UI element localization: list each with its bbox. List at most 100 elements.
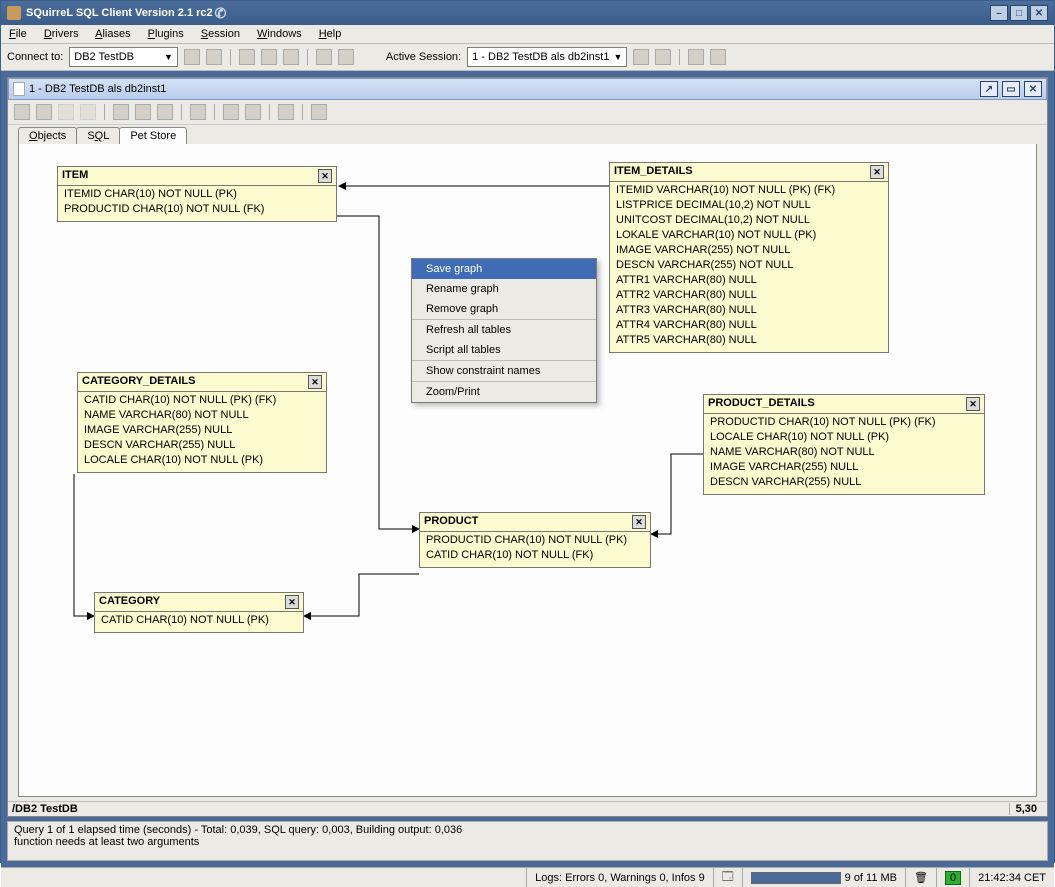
tab-objects[interactable]: Objects xyxy=(18,127,77,144)
close-icon[interactable]: ✕ xyxy=(318,169,332,183)
menu-remove-graph[interactable]: Remove graph xyxy=(412,299,596,319)
app-icon xyxy=(7,6,21,20)
connect-label: Connect to: xyxy=(7,51,63,63)
menu-help[interactable]: Help xyxy=(319,28,342,40)
status-icon[interactable]: 🗔 xyxy=(713,868,742,887)
chevron-down-icon: ▼ xyxy=(164,52,173,62)
tab-petstore[interactable]: Pet Store xyxy=(119,127,187,144)
toolbar-icon[interactable] xyxy=(206,49,222,65)
toolbar-icon[interactable] xyxy=(36,104,52,120)
toolbar-icon[interactable] xyxy=(58,104,74,120)
toolbar-icon[interactable] xyxy=(157,104,173,120)
close-icon[interactable]: ✕ xyxy=(285,595,299,609)
toolbar-icon[interactable] xyxy=(190,104,206,120)
menu-zoom-print[interactable]: Zoom/Print xyxy=(412,382,596,402)
toolbar-icon[interactable] xyxy=(278,104,294,120)
connect-value: DB2 TestDB xyxy=(74,51,134,63)
toolbar-icon[interactable] xyxy=(184,49,200,65)
main-toolbar: Connect to: DB2 TestDB ▼ Active Session:… xyxy=(1,44,1054,71)
toolbar-icon[interactable] xyxy=(261,49,277,65)
titlebar: SQuirreL SQL Client Version 2.1 rc2 ✆ – … xyxy=(1,1,1054,25)
menu-rename-graph[interactable]: Rename graph xyxy=(412,279,596,299)
toolbar-icon[interactable] xyxy=(80,104,96,120)
close-button[interactable]: ✕ xyxy=(1024,81,1042,97)
close-button[interactable]: ✕ xyxy=(1030,5,1048,21)
toolbar-icon[interactable] xyxy=(223,104,239,120)
chevron-down-icon: ▼ xyxy=(613,52,622,62)
log-panel: Query 1 of 1 elapsed time (seconds) - To… xyxy=(7,821,1048,861)
table-title: ITEM_DETAILS xyxy=(614,165,693,179)
table-title: CATEGORY_DETAILS xyxy=(82,375,195,389)
toolbar-icon[interactable] xyxy=(688,49,704,65)
table-columns: CATID CHAR(10) NOT NULL (PK) (FK)NAME VA… xyxy=(78,392,326,472)
toolbar-icon[interactable] xyxy=(14,104,30,120)
toolbar-icon[interactable] xyxy=(135,104,151,120)
session-window: 1 - DB2 TestDB als db2inst1 ↗ ▭ ✕ xyxy=(7,77,1048,817)
table-columns: CATID CHAR(10) NOT NULL (PK) xyxy=(95,612,303,632)
status-memory: 9 of 11 MB xyxy=(742,868,905,887)
toolbar-icon[interactable] xyxy=(283,49,299,65)
menu-session[interactable]: Session xyxy=(201,28,240,40)
table-category-details[interactable]: CATEGORY_DETAILS ✕ CATID CHAR(10) NOT NUL… xyxy=(77,372,327,473)
menu-script-tables[interactable]: Script all tables xyxy=(412,340,596,360)
table-columns: ITEMID CHAR(10) NOT NULL (PK)PRODUCTID C… xyxy=(58,186,336,221)
close-icon[interactable]: ✕ xyxy=(632,515,646,529)
mdi-desktop: 1 - DB2 TestDB als db2inst1 ↗ ▭ ✕ xyxy=(1,71,1054,867)
swirl-icon: ✆ xyxy=(215,5,231,21)
toolbar-icon[interactable] xyxy=(633,49,649,65)
toolbar-icon[interactable] xyxy=(710,49,726,65)
session-tabs: Objects SQL Pet Store xyxy=(8,125,1047,144)
close-icon[interactable]: ✕ xyxy=(870,165,884,179)
maximize-button[interactable]: □ xyxy=(1010,5,1028,21)
table-item[interactable]: ITEM✕ ITEMID CHAR(10) NOT NULL (PK)PRODU… xyxy=(57,166,337,222)
active-session-combo[interactable]: 1 - DB2 TestDB als db2inst1 ▼ xyxy=(467,47,627,67)
log-line: Query 1 of 1 elapsed time (seconds) - To… xyxy=(14,824,1041,836)
active-session-label: Active Session: xyxy=(386,51,461,63)
menu-save-graph[interactable]: Save graph xyxy=(412,259,596,279)
table-item-details[interactable]: ITEM_DETAILS ✕ ITEMID VARCHAR(10) NOT NUL… xyxy=(609,162,889,353)
status-time: 21:42:34 CET xyxy=(969,868,1054,887)
table-title: PRODUCT xyxy=(424,515,478,529)
maximize-button[interactable]: ▭ xyxy=(1002,81,1020,97)
document-icon xyxy=(13,82,25,96)
session-title: 1 - DB2 TestDB als db2inst1 xyxy=(29,83,166,95)
graph-canvas[interactable]: ITEM✕ ITEMID CHAR(10) NOT NULL (PK)PRODU… xyxy=(18,144,1037,797)
minimize-button[interactable]: – xyxy=(990,5,1008,21)
toolbar-icon[interactable] xyxy=(655,49,671,65)
session-toolbar xyxy=(8,100,1047,125)
app-statusbar: Logs: Errors 0, Warnings 0, Infos 9 🗔 9 … xyxy=(1,867,1054,887)
table-product[interactable]: PRODUCT ✕ PRODUCTID CHAR(10) NOT NULL (PK… xyxy=(419,512,651,568)
toolbar-icon[interactable] xyxy=(245,104,261,120)
session-statusbar: /DB2 TestDB 5,30 xyxy=(8,801,1047,816)
toolbar-icon[interactable] xyxy=(338,49,354,65)
toolbar-icon[interactable] xyxy=(316,49,332,65)
toolbar-icon[interactable] xyxy=(113,104,129,120)
tab-sql[interactable]: SQL xyxy=(76,127,120,144)
toolbar-icon[interactable] xyxy=(239,49,255,65)
menu-windows[interactable]: Windows xyxy=(257,28,302,40)
detach-button[interactable]: ↗ xyxy=(980,81,998,97)
menu-aliases[interactable]: Aliases xyxy=(95,28,130,40)
status-coord: 5,30 xyxy=(1009,803,1043,815)
session-titlebar: 1 - DB2 TestDB als db2inst1 ↗ ▭ ✕ xyxy=(8,78,1047,100)
close-icon[interactable]: ✕ xyxy=(966,397,980,411)
toolbar-icon[interactable] xyxy=(311,104,327,120)
table-title: CATEGORY xyxy=(99,595,160,609)
active-session-value: 1 - DB2 TestDB als db2inst1 xyxy=(472,51,609,63)
close-icon[interactable]: ✕ xyxy=(308,375,322,389)
gc-button[interactable]: 🗑 xyxy=(905,868,936,887)
table-product-details[interactable]: PRODUCT_DETAILS ✕ PRODUCTID CHAR(10) NOT … xyxy=(703,394,985,495)
table-columns: PRODUCTID CHAR(10) NOT NULL (PK)CATID CH… xyxy=(420,532,650,567)
menu-refresh-tables[interactable]: Refresh all tables xyxy=(412,320,596,340)
menu-file[interactable]: File xyxy=(9,28,27,40)
status-logs[interactable]: Logs: Errors 0, Warnings 0, Infos 9 xyxy=(526,868,713,887)
menu-drivers[interactable]: Drivers xyxy=(44,28,79,40)
status-path: /DB2 TestDB xyxy=(12,803,78,815)
table-category[interactable]: CATEGORY ✕ CATID CHAR(10) NOT NULL (PK) xyxy=(94,592,304,633)
menu-plugins[interactable]: Plugins xyxy=(148,28,184,40)
menu-show-constraints[interactable]: Show constraint names xyxy=(412,361,596,381)
table-columns: PRODUCTID CHAR(10) NOT NULL (PK) (FK)LOC… xyxy=(704,414,984,494)
connect-combo[interactable]: DB2 TestDB ▼ xyxy=(69,47,178,67)
table-title: PRODUCT_DETAILS xyxy=(708,397,815,411)
table-columns: ITEMID VARCHAR(10) NOT NULL (PK) (FK)LIS… xyxy=(610,182,888,352)
